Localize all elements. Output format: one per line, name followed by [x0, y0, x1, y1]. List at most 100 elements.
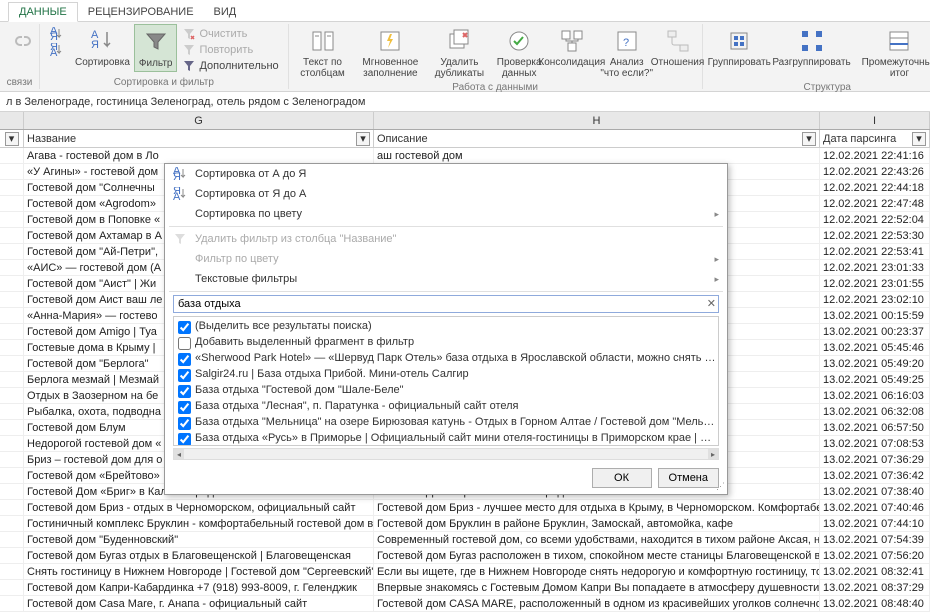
cell-date[interactable]: 12.02.2021 22:53:30: [820, 228, 930, 243]
cancel-button[interactable]: Отмена: [658, 468, 719, 488]
cell-desc[interactable]: Современный гостевой дом, со всеми удобс…: [374, 532, 820, 547]
cell-desc[interactable]: Впервые знакомясь с Гостевым Домом Капри…: [374, 580, 820, 595]
filter-dropdown-icon[interactable]: ▾: [356, 132, 370, 146]
cell-desc[interactable]: Гостевой дом CASA MARE, расположенный в …: [374, 596, 820, 611]
cell-date[interactable]: 12.02.2021 22:44:18: [820, 180, 930, 195]
table-row[interactable]: Гостиничный комплекс Бруклин - комфортаб…: [0, 516, 930, 532]
cell-date[interactable]: 13.02.2021 06:32:08: [820, 404, 930, 419]
cell-date[interactable]: 13.02.2021 06:16:03: [820, 388, 930, 403]
sort-button[interactable]: АЯСортировка: [71, 24, 134, 70]
filter-dropdown-icon[interactable]: ▾: [5, 132, 19, 146]
cell-date[interactable]: 12.02.2021 22:43:26: [820, 164, 930, 179]
sort-az-button[interactable]: АЯ: [46, 26, 69, 42]
header-desc[interactable]: Описание▾: [374, 130, 820, 147]
cell-name[interactable]: Гостиничный комплекс Бруклин - комфортаб…: [24, 516, 374, 531]
checkbox[interactable]: [178, 433, 191, 446]
flash-fill-button[interactable]: Мгновенное заполнение: [352, 24, 428, 81]
checkbox[interactable]: [178, 417, 191, 430]
tab-review[interactable]: РЕЦЕНЗИРОВАНИЕ: [78, 3, 204, 21]
cell-name[interactable]: Гостевой дом Бриз - отдых в Черноморском…: [24, 500, 374, 515]
checkbox[interactable]: [178, 353, 191, 366]
checkbox[interactable]: [178, 321, 191, 334]
filter-dropdown-icon[interactable]: ▾: [912, 132, 926, 146]
cell-date[interactable]: 13.02.2021 07:36:42: [820, 468, 930, 483]
cell-name[interactable]: Агава - гостевой дом в Ло: [24, 148, 374, 163]
filter-check-item[interactable]: База отдыха "Лесная", п. Паратунка - офи…: [176, 399, 716, 415]
cell-date[interactable]: 13.02.2021 07:38:40: [820, 484, 930, 499]
cell-date[interactable]: 13.02.2021 07:40:46: [820, 500, 930, 515]
cell-name[interactable]: Гостевой дом Капри-Кабардинка +7 (918) 9…: [24, 580, 374, 595]
whatif-button[interactable]: ?Анализ "что если?": [596, 24, 658, 81]
text-filters-menu[interactable]: Текстовые фильтры: [165, 269, 727, 289]
cell-date[interactable]: 12.02.2021 22:53:41: [820, 244, 930, 259]
cell-name[interactable]: Гостевой дом "Буденновский": [24, 532, 374, 547]
checkbox[interactable]: [178, 369, 191, 382]
subtotal-button[interactable]: Промежуточный итог: [851, 24, 930, 81]
cell-date[interactable]: 13.02.2021 07:44:10: [820, 516, 930, 531]
table-row[interactable]: Гостевой дом Бугаз отдых в Благовещенско…: [0, 548, 930, 564]
filter-prev-col[interactable]: ▾: [0, 130, 24, 147]
cell-name[interactable]: Гостевой дом Casa Mare, г. Анапа - офици…: [24, 596, 374, 611]
header-date[interactable]: Дата парсинга▾: [820, 130, 930, 147]
cell-name[interactable]: Гостевой дом Бугаз отдых в Благовещенско…: [24, 548, 374, 563]
cell-desc[interactable]: Гостевой дом Бруклин в районе Бруклин, З…: [374, 516, 820, 531]
cell-desc[interactable]: Гостевой дом Бриз - лучшее место для отд…: [374, 500, 820, 515]
checkbox[interactable]: [178, 337, 191, 350]
cell-date[interactable]: 13.02.2021 07:56:20: [820, 548, 930, 563]
sort-za-menu[interactable]: ЯАСортировка от Я до А: [165, 184, 727, 204]
cell-date[interactable]: 13.02.2021 05:45:46: [820, 340, 930, 355]
cell-date[interactable]: 13.02.2021 08:37:29: [820, 580, 930, 595]
cell-date[interactable]: 12.02.2021 23:01:55: [820, 276, 930, 291]
checkbox[interactable]: [178, 401, 191, 414]
cell-date[interactable]: 12.02.2021 22:47:48: [820, 196, 930, 211]
cell-date[interactable]: 12.02.2021 23:01:33: [820, 260, 930, 275]
filter-checklist[interactable]: (Выделить все результаты поиска)Добавить…: [173, 316, 719, 446]
cell-date[interactable]: 13.02.2021 00:23:37: [820, 324, 930, 339]
cell-date[interactable]: 13.02.2021 07:54:39: [820, 532, 930, 547]
cell-date[interactable]: 13.02.2021 06:57:50: [820, 420, 930, 435]
filter-button[interactable]: Фильтр: [134, 24, 178, 72]
filter-check-item[interactable]: База отдыха "Мельница" на озере Бирюзова…: [176, 415, 716, 431]
filter-dropdown-icon[interactable]: ▾: [802, 132, 816, 146]
col-header-h[interactable]: H: [374, 112, 820, 129]
col-header-rowsel[interactable]: [0, 112, 24, 129]
cell-desc[interactable]: Если вы ищете, где в Нижнем Новгороде сн…: [374, 564, 820, 579]
hscroll[interactable]: ◂▸: [173, 448, 719, 460]
advanced-filter-button[interactable]: Дополнительно: [179, 58, 281, 74]
col-header-i[interactable]: I: [820, 112, 930, 129]
cell-date[interactable]: 13.02.2021 05:49:25: [820, 372, 930, 387]
cell-name[interactable]: Снять гостиницу в Нижнем Новгороде | Гос…: [24, 564, 374, 579]
filter-check-item[interactable]: Добавить выделенный фрагмент в фильтр: [176, 335, 716, 351]
remove-duplicates-button[interactable]: Удалить дубликаты: [428, 24, 490, 81]
cell-date[interactable]: 12.02.2021 22:52:04: [820, 212, 930, 227]
cell-date[interactable]: 13.02.2021 00:15:59: [820, 308, 930, 323]
ungroup-button[interactable]: Разгруппировать: [772, 24, 851, 70]
cell-desc[interactable]: аш гостевой дом: [374, 148, 820, 163]
table-row[interactable]: Агава - гостевой дом в Лоаш гостевой дом…: [0, 148, 930, 164]
sort-za-button[interactable]: ЯА: [46, 42, 69, 58]
filter-check-item[interactable]: Salgir24.ru | База отдыха Прибой. Мини-о…: [176, 367, 716, 383]
cell-date[interactable]: 13.02.2021 08:32:41: [820, 564, 930, 579]
filter-check-item[interactable]: База отдыха «Русь» в Приморье | Официаль…: [176, 431, 716, 446]
ok-button[interactable]: ОК: [592, 468, 652, 488]
cell-date[interactable]: 12.02.2021 23:02:10: [820, 292, 930, 307]
cell-date[interactable]: 13.02.2021 05:49:20: [820, 356, 930, 371]
tab-view[interactable]: ВИД: [204, 3, 247, 21]
cell-date[interactable]: 12.02.2021 22:41:16: [820, 148, 930, 163]
table-row[interactable]: Гостевой дом "Буденновский"Современный г…: [0, 532, 930, 548]
table-row[interactable]: Гостевой дом Casa Mare, г. Анапа - офици…: [0, 596, 930, 612]
table-row[interactable]: Гостевой дом Капри-Кабардинка +7 (918) 9…: [0, 580, 930, 596]
table-row[interactable]: Гостевой дом Бриз - отдых в Черноморском…: [0, 500, 930, 516]
cell-date[interactable]: 13.02.2021 07:08:53: [820, 436, 930, 451]
col-header-g[interactable]: G: [24, 112, 374, 129]
formula-bar[interactable]: л в Зеленограде, гостиница Зеленоград, о…: [0, 92, 930, 112]
filter-check-item[interactable]: (Выделить все результаты поиска): [176, 319, 716, 335]
table-row[interactable]: Снять гостиницу в Нижнем Новгороде | Гос…: [0, 564, 930, 580]
tab-data[interactable]: ДАННЫЕ: [8, 2, 78, 22]
sort-color-menu[interactable]: Сортировка по цвету: [165, 204, 727, 224]
header-name[interactable]: Название▾: [24, 130, 374, 147]
clear-search-icon[interactable]: ✕: [707, 297, 716, 310]
consolidate-button[interactable]: Консолидация: [548, 24, 596, 70]
cell-date[interactable]: 13.02.2021 07:36:29: [820, 452, 930, 467]
checkbox[interactable]: [178, 385, 191, 398]
